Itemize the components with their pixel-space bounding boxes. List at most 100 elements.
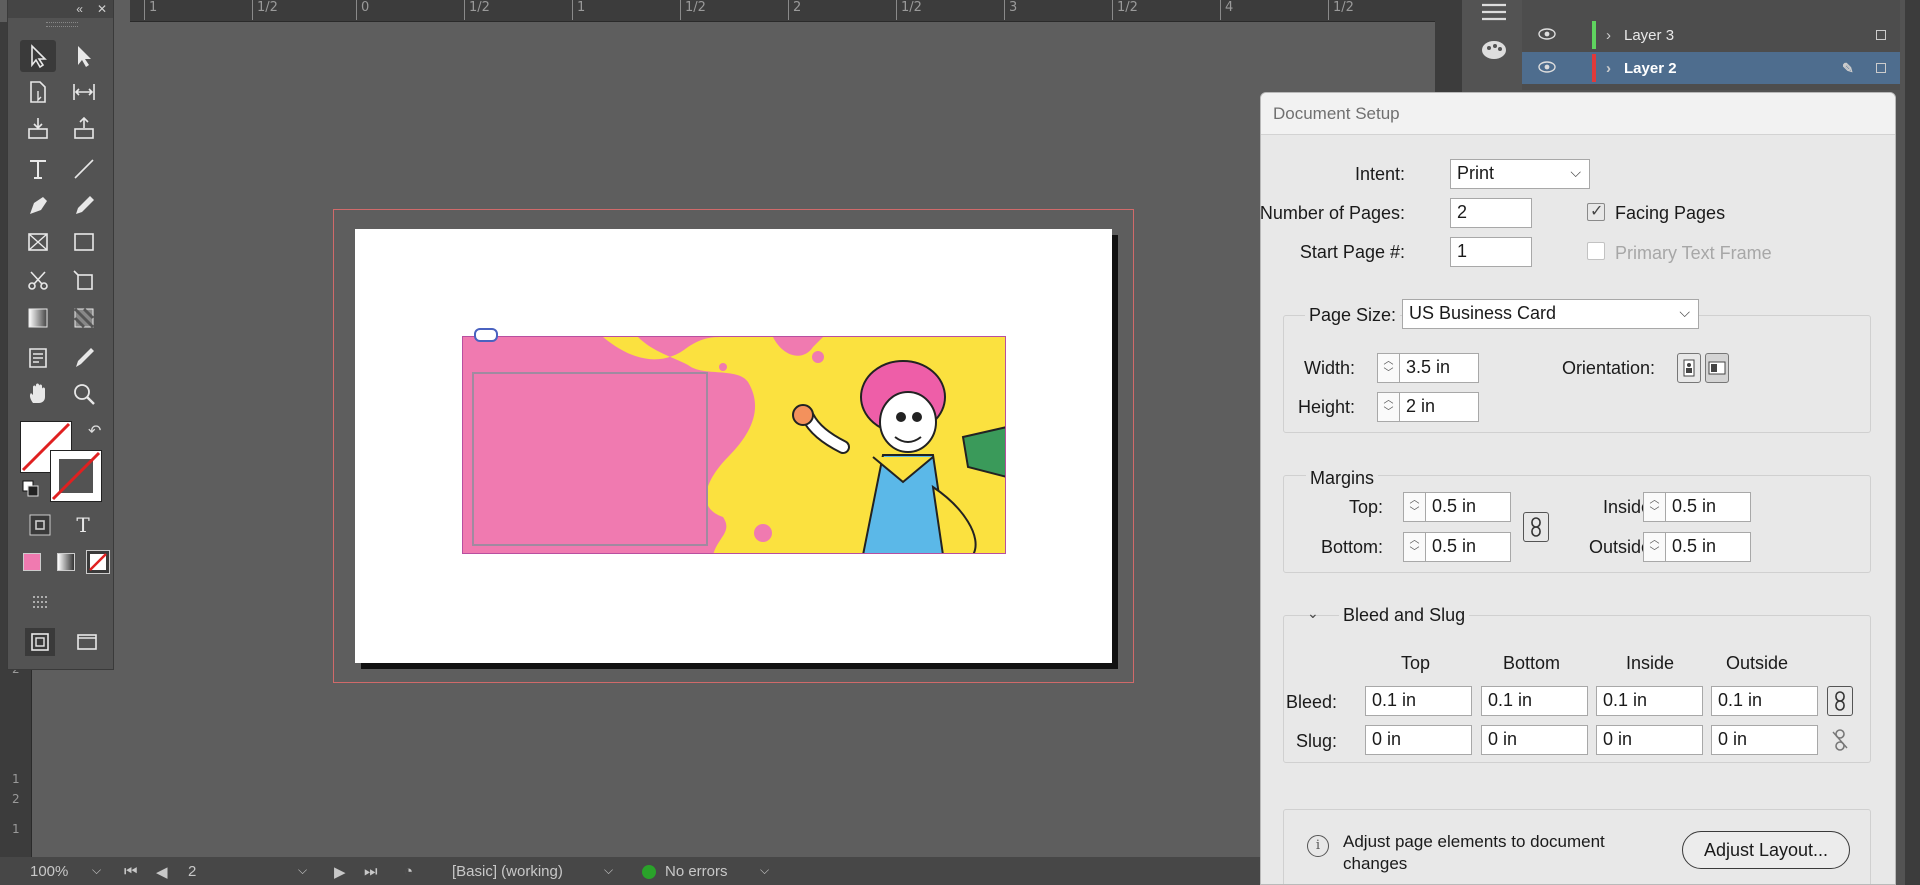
preflight-profile[interactable]: [Basic] (working) — [452, 863, 563, 880]
margin-outside-stepper[interactable]: ︿ ﹀ — [1643, 532, 1665, 562]
height-field[interactable]: 2 in — [1399, 392, 1479, 422]
open-document-icon[interactable]: ◔ — [404, 863, 413, 880]
first-page-icon[interactable]: ⏮ — [124, 863, 138, 880]
number-of-pages-field[interactable]: 2 — [1450, 198, 1532, 228]
pencil-tool[interactable] — [66, 190, 102, 222]
pen-tool[interactable] — [20, 190, 56, 222]
margin-top-field[interactable]: 0.5 in — [1425, 492, 1511, 522]
page-tool[interactable] — [20, 76, 56, 108]
margin-bottom-field[interactable]: 0.5 in — [1425, 532, 1511, 562]
zoom-dropdown-icon[interactable]: ⌵ — [92, 863, 101, 878]
margin-bottom-stepper[interactable]: ︿ ﹀ — [1403, 532, 1425, 562]
apply-gradient-icon[interactable] — [57, 553, 75, 571]
link-icon[interactable] — [474, 328, 498, 342]
page-dropdown-icon[interactable]: ⌵ — [298, 863, 307, 878]
width-field[interactable]: 3.5 in — [1399, 353, 1479, 383]
panel-grip[interactable] — [46, 22, 78, 27]
tools-panel-header[interactable]: « ✕ — [8, 0, 113, 18]
width-stepper[interactable]: ︿ ﹀ — [1377, 353, 1399, 383]
color-theme-icon[interactable] — [1480, 38, 1508, 62]
errors-dropdown-icon[interactable]: ⌵ — [760, 863, 769, 878]
preflight-dropdown-icon[interactable]: ⌵ — [604, 863, 613, 878]
start-page-field[interactable]: 1 — [1450, 237, 1532, 267]
hand-tool[interactable] — [20, 378, 56, 410]
normal-view-icon[interactable] — [25, 628, 55, 656]
intent-dropdown[interactable]: Print ⌵ — [1450, 159, 1590, 189]
content-collector-icon[interactable] — [20, 112, 56, 144]
layer-select-square-icon[interactable] — [1876, 30, 1886, 40]
stroke-swatch[interactable] — [50, 450, 102, 502]
unlink-slug-chain-icon[interactable] — [1827, 725, 1853, 755]
gap-tool[interactable] — [66, 76, 102, 108]
slug-bottom-field[interactable]: 0 in — [1481, 725, 1588, 755]
facing-pages-checkbox[interactable] — [1587, 201, 1605, 221]
height-stepper[interactable]: ︿ ﹀ — [1377, 392, 1399, 422]
collapse-icon[interactable]: « — [76, 2, 83, 16]
adjust-layout-button[interactable]: Adjust Layout... — [1682, 831, 1850, 869]
bleed-slug-title[interactable]: Bleed and Slug — [1339, 605, 1470, 626]
visibility-eye-icon[interactable] — [1538, 60, 1556, 77]
scissors-tool[interactable] — [20, 265, 56, 297]
bleed-bottom-field[interactable]: 0.1 in — [1481, 686, 1588, 716]
formatting-text-icon[interactable]: T — [68, 511, 98, 539]
previous-page-icon[interactable]: ◀ — [156, 863, 168, 881]
zoom-level[interactable]: 100% — [30, 863, 68, 880]
gradient-swatch-tool[interactable] — [20, 302, 56, 334]
slug-inside-field[interactable]: 0 in — [1596, 725, 1703, 755]
close-icon[interactable]: ✕ — [97, 2, 107, 16]
link-margins-chain-icon[interactable] — [1523, 512, 1549, 542]
right-scrollbar[interactable] — [1905, 0, 1920, 885]
layer-row-active[interactable]: › Layer 2 ✎ — [1522, 52, 1900, 84]
landscape-orientation-button[interactable] — [1705, 353, 1729, 383]
slug-outside-field[interactable]: 0 in — [1711, 725, 1818, 755]
gradient-feather-tool[interactable] — [66, 302, 102, 334]
primary-text-frame-checkbox[interactable] — [1587, 242, 1605, 260]
note-tool[interactable] — [20, 342, 56, 374]
layer-name[interactable]: Layer 3 — [1624, 27, 1674, 44]
direct-selection-tool[interactable] — [66, 40, 102, 72]
menu-icon[interactable] — [1480, 2, 1508, 22]
layer-name[interactable]: Layer 2 — [1624, 60, 1677, 77]
last-page-icon[interactable]: ⏭ — [364, 863, 378, 880]
formatting-container-icon[interactable] — [25, 511, 55, 539]
next-page-icon[interactable]: ▶ — [334, 863, 346, 881]
type-tool[interactable] — [20, 153, 56, 185]
empty-text-frame[interactable] — [472, 372, 708, 546]
layer-row[interactable]: › Layer 3 — [1522, 19, 1900, 51]
free-transform-tool[interactable] — [66, 265, 102, 297]
expand-chevron-icon[interactable]: › — [1606, 60, 1611, 77]
apply-none-icon[interactable] — [86, 550, 110, 574]
apply-color-icon[interactable] — [23, 553, 41, 571]
swap-fill-stroke-icon[interactable]: ↶ — [88, 421, 101, 441]
section-chevron-icon[interactable]: ⌄ — [1307, 605, 1319, 622]
slug-top-field[interactable]: 0 in — [1365, 725, 1472, 755]
page-size-dropdown[interactable]: US Business Card ⌵ — [1402, 299, 1699, 329]
margin-inside-field[interactable]: 0.5 in — [1665, 492, 1751, 522]
margin-inside-stepper[interactable]: ︿ ﹀ — [1643, 492, 1665, 522]
bleed-top-field[interactable]: 0.1 in — [1365, 686, 1472, 716]
page-number-field[interactable]: 2 — [188, 863, 196, 880]
selection-tool[interactable] — [20, 40, 56, 72]
zoom-tool[interactable] — [66, 378, 102, 410]
margin-outside-field[interactable]: 0.5 in — [1665, 532, 1751, 562]
dialog-title[interactable]: Document Setup — [1261, 93, 1895, 135]
bleed-inside-field[interactable]: 0.1 in — [1596, 686, 1703, 716]
screen-mode-icon[interactable] — [25, 588, 55, 616]
link-bleed-chain-icon[interactable] — [1827, 686, 1853, 716]
preview-mode-icon[interactable] — [72, 628, 102, 656]
layer-select-square-icon[interactable] — [1876, 63, 1886, 73]
content-placer-icon[interactable] — [66, 112, 102, 144]
bleed-outside-field[interactable]: 0.1 in — [1711, 686, 1818, 716]
eyedropper-tool[interactable] — [66, 342, 102, 374]
rectangle-tool[interactable] — [66, 226, 102, 258]
portrait-orientation-button[interactable] — [1677, 353, 1701, 383]
preflight-errors[interactable]: No errors — [665, 863, 728, 880]
default-fill-stroke-icon[interactable] — [22, 480, 40, 498]
margin-top-stepper[interactable]: ︿ ﹀ — [1403, 492, 1425, 522]
facing-pages-label[interactable]: Facing Pages — [1615, 203, 1725, 224]
rectangle-frame-tool[interactable] — [20, 226, 56, 258]
expand-chevron-icon[interactable]: › — [1606, 27, 1611, 44]
horizontal-ruler[interactable]: 1 1/2 0 1/2 1 1/2 2 1/2 3 1/2 4 1/2 — [130, 0, 1435, 22]
line-tool[interactable] — [66, 153, 102, 185]
visibility-eye-icon[interactable] — [1538, 27, 1556, 44]
